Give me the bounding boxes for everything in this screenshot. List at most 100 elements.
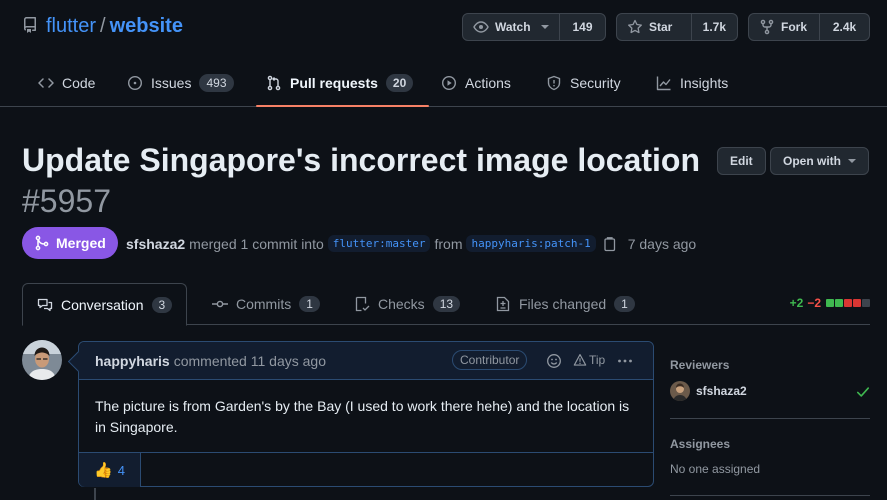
copy-icon[interactable] xyxy=(602,236,618,252)
comment-body: The picture is from Garden's by the Bay … xyxy=(95,398,630,435)
comment-discussion-icon xyxy=(37,298,53,311)
diffstat-box-neutral xyxy=(862,299,870,307)
comment: happyharis commented 11 days ago Contrib… xyxy=(78,341,654,487)
sidebar-divider xyxy=(670,418,870,419)
tab-commits-count: 1 xyxy=(299,296,320,312)
reviewer-item: sfshaza2 xyxy=(670,381,747,401)
tab-insights[interactable]: Insights xyxy=(656,60,728,106)
file-diff-icon xyxy=(496,296,510,312)
head-branch[interactable]: happyharis:patch-1 xyxy=(466,235,596,252)
tab-pull-requests[interactable]: Pull requests 20 xyxy=(255,60,430,107)
check-icon xyxy=(856,385,870,399)
star-count[interactable]: 1.7k xyxy=(690,14,737,40)
assignees-value: No one assigned xyxy=(670,462,761,476)
repo-title: flutter / website xyxy=(46,14,183,38)
reviewers-heading[interactable]: Reviewers xyxy=(670,358,729,372)
repo-name-link[interactable]: website xyxy=(110,14,183,38)
repo-separator: / xyxy=(100,15,106,37)
tab-conversation-label: Conversation xyxy=(61,296,144,313)
tab-issues[interactable]: Issues 493 xyxy=(127,60,234,106)
pr-author-link[interactable]: sfshaza2 xyxy=(126,236,185,252)
tab-security-label: Security xyxy=(570,75,621,91)
alert-icon xyxy=(573,354,587,366)
graph-icon xyxy=(656,76,671,91)
watch-label: Watch xyxy=(495,20,531,34)
tab-security[interactable]: Security xyxy=(546,60,621,106)
tab-issues-count: 493 xyxy=(199,74,234,92)
pr-title-text: Update Singapore's incorrect image locat… xyxy=(22,142,700,178)
tab-checks-label: Checks xyxy=(378,296,425,312)
tip-button[interactable]: Tip xyxy=(573,353,605,367)
merge-icon xyxy=(35,235,49,251)
chevron-down-icon xyxy=(540,25,549,29)
edit-button[interactable]: Edit xyxy=(717,147,766,175)
avatar[interactable] xyxy=(22,340,62,380)
sidebar-divider xyxy=(670,495,870,496)
tab-insights-label: Insights xyxy=(680,75,729,91)
pull-request-icon xyxy=(267,75,281,91)
watch-button-group: Watch 149 xyxy=(462,13,606,41)
reviewer-avatar[interactable] xyxy=(670,381,690,401)
pr-number: #5957 xyxy=(22,183,111,219)
reviewer-name[interactable]: sfshaza2 xyxy=(696,384,747,398)
smiley-icon[interactable] xyxy=(546,353,562,369)
diffstat-box-del xyxy=(844,299,852,307)
issue-icon xyxy=(127,75,143,91)
diffstat-box-del xyxy=(853,299,861,307)
pr-time: 7 days ago xyxy=(627,235,697,252)
merged-text: merged 1 commit into xyxy=(189,235,324,252)
comment-author[interactable]: happyharis xyxy=(95,353,170,369)
base-branch[interactable]: flutter:master xyxy=(327,235,431,252)
from-text: from xyxy=(434,235,463,252)
fork-icon xyxy=(760,19,774,35)
fork-button-group: Fork 2.4k xyxy=(748,13,870,41)
edit-label: Edit xyxy=(730,154,753,168)
tab-actions[interactable]: Actions xyxy=(441,60,511,106)
open-with-button[interactable]: Open with xyxy=(770,147,869,175)
diffstat-additions: +2 xyxy=(789,296,804,310)
kebab-menu-icon[interactable] xyxy=(617,353,633,369)
open-with-label: Open with xyxy=(783,154,841,168)
commit-icon xyxy=(212,300,228,308)
repo-owner-link[interactable]: flutter xyxy=(46,14,96,38)
comment-timestamp[interactable]: commented 11 days ago xyxy=(174,353,326,369)
play-icon xyxy=(441,75,457,91)
tab-files-changed[interactable]: Files changed 1 xyxy=(481,283,649,325)
fork-count[interactable]: 2.4k xyxy=(819,14,869,40)
merged-label: Merged xyxy=(56,235,106,251)
star-button[interactable]: Star xyxy=(617,14,691,40)
chevron-down-icon xyxy=(848,159,856,163)
watch-button[interactable]: Watch xyxy=(463,14,559,40)
assignees-heading[interactable]: Assignees xyxy=(670,437,730,451)
watch-count[interactable]: 149 xyxy=(559,14,605,40)
tab-actions-label: Actions xyxy=(465,75,511,91)
tab-checks[interactable]: Checks 13 xyxy=(340,283,474,325)
fork-button[interactable]: Fork xyxy=(749,14,819,40)
tab-code-label: Code xyxy=(62,75,96,91)
pr-title: Update Singapore's incorrect image locat… xyxy=(22,140,702,222)
repo-nav: Code Issues 493 Pull requests 20 Actions… xyxy=(0,60,887,107)
code-icon xyxy=(38,78,54,88)
merged-badge: Merged xyxy=(22,227,118,259)
tab-checks-count: 13 xyxy=(432,296,461,312)
tip-label: Tip xyxy=(589,353,606,367)
tab-commits[interactable]: Commits 1 xyxy=(198,283,334,325)
tab-conversation-count: 3 xyxy=(151,296,173,313)
contributor-badge: Contributor xyxy=(452,350,528,370)
tab-code[interactable]: Code xyxy=(38,60,95,106)
shield-icon xyxy=(547,75,561,91)
diffstat: +2 −2 xyxy=(790,296,870,310)
tab-conversation[interactable]: Conversation 3 xyxy=(22,283,188,326)
pr-meta: sfshaza2 merged 1 commit into flutter:ma… xyxy=(126,235,696,252)
timeline-line xyxy=(94,488,96,500)
star-button-group: Star 1.7k xyxy=(616,13,738,41)
tab-files-changed-label: Files changed xyxy=(519,296,607,312)
diffstat-box-add xyxy=(826,299,834,307)
comment-reactions: 👍 4 xyxy=(79,452,653,487)
tab-pull-requests-label: Pull requests xyxy=(290,75,378,91)
thumbs-up-reaction[interactable]: 👍 4 xyxy=(79,453,141,487)
tab-files-changed-count: 1 xyxy=(614,296,635,312)
checklist-icon xyxy=(355,296,370,312)
eye-icon xyxy=(473,21,489,33)
diffstat-deletions: −2 xyxy=(807,296,821,310)
